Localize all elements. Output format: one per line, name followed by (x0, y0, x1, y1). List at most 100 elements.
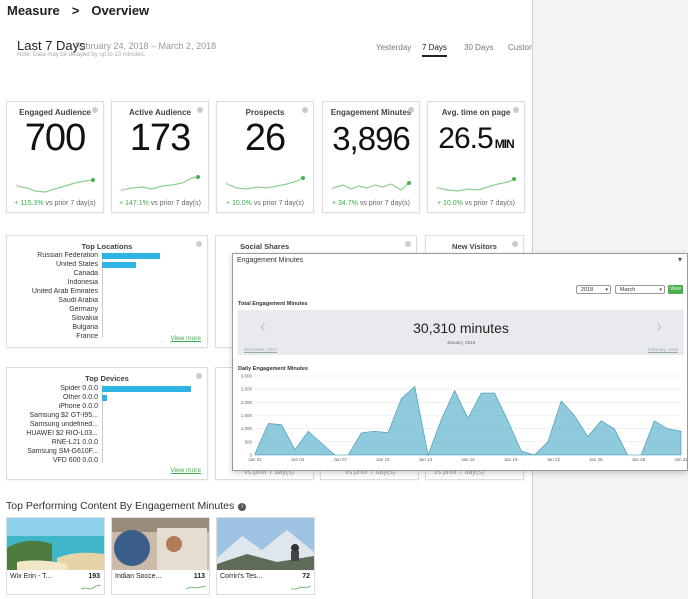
metric-card-engaged-audience[interactable]: Engaged Audience 700 + 115.3% vs prior 7… (6, 101, 104, 213)
metric-card-prospects[interactable]: Prospects 26 + 10.0% vs prior 7 day(s) (216, 101, 314, 213)
content-card[interactable]: Indian Socce... 113 (111, 517, 210, 595)
content-card[interactable]: Corrin's Tes... 72 (216, 517, 315, 595)
metric-value: 173 (129, 117, 191, 159)
new-visitors-title: New Visitors (452, 242, 497, 251)
sparkline (15, 178, 95, 193)
location-label: Russian Federation (37, 252, 98, 259)
range-7days-tab[interactable]: 7 Days (422, 43, 447, 57)
sparkline (120, 175, 200, 192)
top-content-title: Top Performing Content By Engagement Min… (6, 500, 235, 512)
metric-value: 700 (24, 117, 86, 159)
area-series (254, 385, 682, 457)
device-label: Other 0.0.0 (62, 394, 98, 401)
content-thumbnail-mountains (217, 518, 314, 570)
content-value: 113 (193, 573, 205, 580)
device-label: Spider 0.0.0 (60, 385, 98, 392)
metric-title: Engagement Minutes (330, 108, 412, 117)
metric-change: + 10.0% vs prior 7 day(s) (428, 200, 524, 207)
device-bar (102, 395, 107, 401)
device-label: Samsung SM-G610F... (27, 448, 98, 455)
metric-change-suffix: vs prior 7 day(s) (43, 200, 96, 207)
location-bar (102, 262, 136, 268)
info-icon[interactable] (512, 241, 518, 247)
metric-title: Avg. time on page (441, 108, 511, 117)
devices-view-more-link[interactable]: View more (170, 467, 201, 474)
content-thumbnail-beach (7, 518, 104, 570)
device-label: HUAWEI $2 RIO-L03... (26, 430, 98, 437)
sparkline (436, 177, 516, 192)
device-label: iPhone 0.0.0 (58, 403, 98, 410)
metric-change-percent: + 34.7% (331, 200, 358, 207)
top-content-heading: Top Performing Content By Engagement Min… (6, 500, 247, 512)
metric-number: 26.5 (438, 122, 493, 155)
data-delay-note: Note: Data may be delayed by up to 10 mi… (17, 52, 146, 58)
metric-card-engagement-minutes[interactable]: Engagement Minutes 3,896 + 34.7% vs prio… (322, 101, 420, 213)
locations-view-more-link[interactable]: View more (170, 335, 201, 342)
metric-title: Engaged Audience (19, 108, 91, 117)
location-label: Indonesia (67, 279, 98, 286)
sparkline (331, 181, 411, 191)
metric-change: + 147.1% vs prior 7 day(s) (112, 200, 208, 207)
metric-card-avg-time-on-page[interactable]: Avg. time on page 26.5 MIN + 10.0% vs pri… (427, 101, 525, 213)
daily-engagement-chart: 05001,0001,5002,0002,5003,000Jan 01 Jan 0… (241, 374, 687, 463)
sparkline (225, 176, 305, 190)
metric-change-suffix: vs prior 7 day(s) (357, 200, 410, 207)
range-30days-tab[interactable]: 30 Days (464, 43, 493, 52)
x-tick-label: Jan 04 (291, 457, 305, 462)
range-yesterday-tab[interactable]: Yesterday (376, 43, 411, 52)
metric-card-active-audience[interactable]: Active Audience 173 + 147.1% vs prior 7 … (111, 101, 209, 213)
metric-unit: MIN (494, 137, 515, 151)
y-tick-label: 2,500 (241, 387, 253, 392)
location-label: Canada (73, 270, 98, 277)
info-icon[interactable]: i (238, 503, 247, 511)
metric-change: + 34.7% vs prior 7 day(s) (323, 200, 419, 207)
content-value: 72 (302, 573, 310, 580)
info-icon[interactable] (408, 107, 414, 113)
metric-title: Active Audience (129, 108, 191, 117)
top-locations-card: Top Locations Russian Federation United … (6, 235, 208, 348)
device-label: Samsung $2 GT-I95... (29, 412, 98, 419)
info-icon[interactable] (513, 107, 519, 113)
x-tick-label: Jan 31 (674, 457, 687, 462)
x-tick-label: Jan 19 (504, 457, 518, 462)
content-sparkline (81, 584, 101, 590)
location-label: United Arab Emirates (31, 288, 98, 295)
content-sparkline (291, 585, 311, 590)
range-custom-tab[interactable]: Custom (508, 43, 532, 52)
x-tick-label: Jan 10 (376, 457, 390, 462)
x-tick-label: Jan 01 (248, 457, 262, 462)
metric-change-percent: + 147.1% (119, 200, 149, 207)
breadcrumb-root[interactable]: Measure (7, 3, 60, 18)
device-label: RNE-L21 0.0.0 (51, 439, 98, 446)
x-tick-label: Jan 25 (589, 457, 603, 462)
engagement-minutes-popup: Engagement Minutes ▾ 2018 ▾ March ▾ View T… (232, 253, 688, 471)
y-tick-label: 1,000 (241, 426, 253, 431)
metric-change-percent: + 10.0% (225, 200, 252, 207)
info-icon[interactable] (302, 107, 308, 113)
top-locations-title: Top Locations (81, 242, 133, 251)
location-label: France (76, 333, 98, 340)
metric-value: 3,896 (332, 120, 411, 157)
content-caption: Indian Socce... (115, 573, 162, 580)
info-icon[interactable] (197, 107, 203, 113)
x-tick-label: Jan 13 (419, 457, 433, 462)
location-label: Bulgaria (72, 324, 98, 331)
metric-value: 26.5 MIN (428, 122, 524, 156)
content-caption: Wix Erin - T... (10, 573, 52, 580)
content-card[interactable]: Wix Erin - T... 193 (6, 517, 105, 595)
metric-change: + 10.0% vs prior 7 day(s) (217, 200, 313, 207)
top-devices-card: Top Devices Spider 0.0.0 Other 0.0.0 iPh… (6, 367, 208, 480)
metric-change-suffix: vs prior 7 day(s) (148, 200, 201, 207)
info-icon[interactable] (196, 373, 202, 379)
metric-change-suffix: vs prior 7 day(s) (251, 200, 304, 207)
info-icon[interactable] (92, 107, 98, 113)
x-tick-label: Jan 22 (546, 457, 560, 462)
breadcrumb: Measure > Overview (7, 3, 161, 18)
metric-value: 26 (244, 117, 286, 159)
info-icon[interactable] (405, 241, 411, 247)
info-icon[interactable] (196, 241, 202, 247)
social-shares-title: Social Shares (240, 242, 290, 251)
breadcrumb-current: Overview (91, 3, 150, 18)
y-tick-label: 1,500 (241, 413, 253, 418)
x-tick-label: Jan 16 (461, 457, 475, 462)
